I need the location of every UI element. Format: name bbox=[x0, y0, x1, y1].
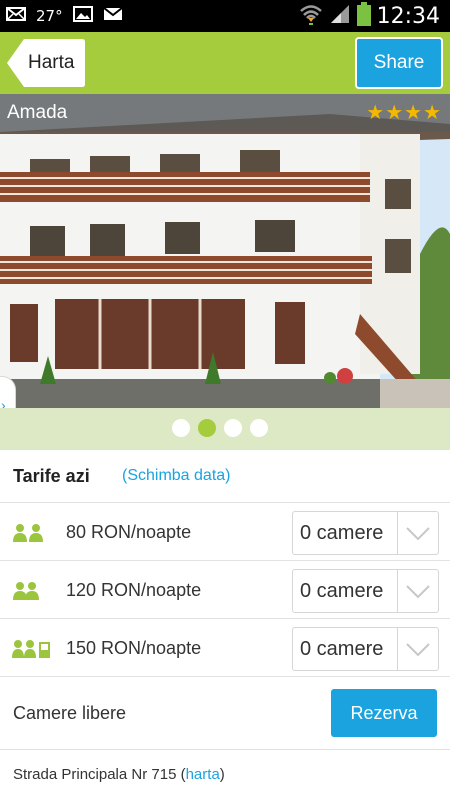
signal-icon bbox=[329, 3, 351, 30]
two-persons-plus-bed-icon bbox=[12, 639, 52, 659]
address-text: Strada Principala Nr 715 ( bbox=[13, 766, 186, 783]
room-price: 150 RON/noapte bbox=[66, 638, 202, 658]
double-person-icon bbox=[12, 523, 46, 543]
room-row: 80 RON/noapte 0 camere bbox=[0, 503, 450, 561]
back-button-label: Harta bbox=[28, 52, 75, 73]
pager-dot-4[interactable] bbox=[250, 419, 268, 437]
hotel-building-image bbox=[0, 94, 450, 408]
room-row: 150 RON/noapte 0 camere bbox=[0, 619, 450, 677]
battery-icon bbox=[356, 1, 371, 31]
chevron-down-icon[interactable] bbox=[397, 628, 438, 670]
available-rooms-label: Camere libere bbox=[13, 703, 127, 723]
room-price: 80 RON/noapte bbox=[66, 522, 192, 542]
clock-text: 12:34 bbox=[376, 3, 440, 29]
chevron-down-icon[interactable] bbox=[397, 570, 438, 612]
change-date-link[interactable]: (Schimba data) bbox=[122, 467, 231, 485]
rates-title: Tarife azi bbox=[13, 466, 90, 486]
star-rating: ★★★★ bbox=[366, 100, 442, 124]
room-quantity-select[interactable]: 0 camere bbox=[292, 511, 439, 555]
email-icon bbox=[102, 6, 123, 26]
image-icon bbox=[72, 6, 93, 26]
top-bar: Harta Share bbox=[0, 32, 450, 94]
chevron-down-icon[interactable] bbox=[397, 512, 438, 554]
room-quantity-value: 0 camere bbox=[300, 522, 384, 544]
status-right: 12:34 bbox=[299, 1, 440, 31]
room-quantity-select[interactable]: 0 camere bbox=[292, 627, 439, 671]
room-quantity-value: 0 camere bbox=[300, 638, 384, 660]
hotel-photo[interactable]: Amada ★★★★ bbox=[0, 94, 450, 408]
photo-pager bbox=[0, 408, 450, 450]
room-row: 120 RON/noapte 0 camere bbox=[0, 561, 450, 619]
map-link[interactable]: harta bbox=[186, 766, 220, 783]
hotel-title-strip: Amada ★★★★ bbox=[0, 94, 450, 132]
share-button[interactable]: Share bbox=[355, 37, 443, 89]
hotel-name: Amada bbox=[7, 102, 68, 123]
reserve-button[interactable]: Rezerva bbox=[331, 689, 437, 737]
pager-dot-3[interactable] bbox=[224, 419, 242, 437]
rates-header: Tarife azi (Schimba data) bbox=[0, 450, 450, 503]
mail-icon bbox=[6, 6, 26, 26]
wifi-icon bbox=[299, 3, 323, 30]
status-bar: 27° 12:34 bbox=[0, 0, 450, 32]
room-price: 120 RON/noapte bbox=[66, 580, 202, 600]
pager-dot-1[interactable] bbox=[172, 419, 190, 437]
pager-dot-2-active[interactable] bbox=[198, 419, 216, 437]
back-to-map-button[interactable]: Harta bbox=[6, 38, 86, 88]
status-left: 27° bbox=[6, 5, 123, 27]
double-person-icon bbox=[12, 581, 46, 601]
room-quantity-value: 0 camere bbox=[300, 580, 384, 602]
divider bbox=[0, 749, 450, 750]
temperature-text: 27° bbox=[36, 7, 63, 25]
room-quantity-select[interactable]: 0 camere bbox=[292, 569, 439, 613]
address-close-paren: ) bbox=[219, 766, 225, 783]
hotel-address: Strada Principala Nr 715 (harta) bbox=[13, 766, 225, 783]
